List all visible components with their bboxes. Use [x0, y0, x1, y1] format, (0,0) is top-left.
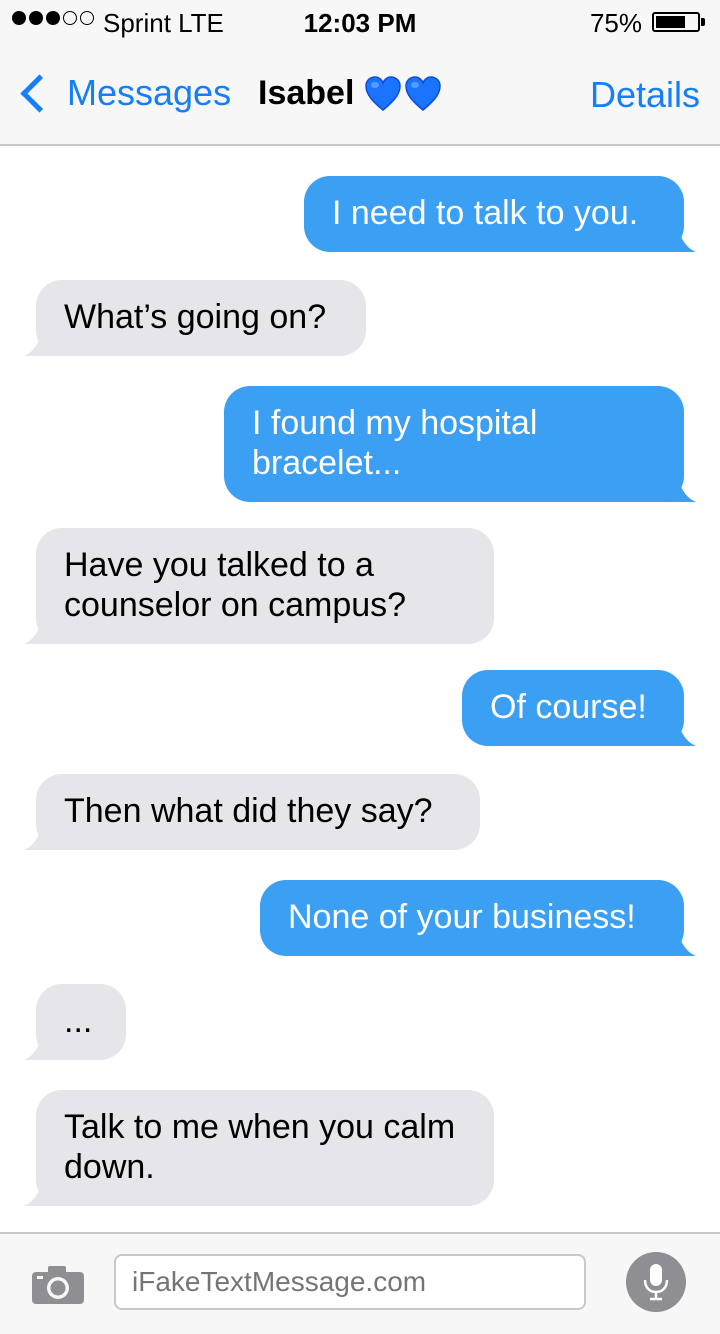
- camera-button[interactable]: [30, 1264, 86, 1311]
- message-bubble[interactable]: ...: [36, 984, 126, 1060]
- contact-name: Isabel: [258, 74, 355, 112]
- message-sent: I found my hospital bracelet...: [224, 386, 696, 502]
- details-button[interactable]: Details: [590, 74, 700, 116]
- navigation-bar: Messages Isabel Details: [0, 46, 720, 146]
- message-received: Then what did they say?: [24, 774, 480, 850]
- microphone-button[interactable]: [626, 1252, 686, 1312]
- message-input[interactable]: [114, 1254, 586, 1310]
- chevron-left-icon: [20, 73, 59, 113]
- microphone-icon: [643, 1264, 669, 1301]
- message-bubble[interactable]: None of your business!: [260, 880, 684, 956]
- message-bubble[interactable]: I found my hospital bracelet...: [224, 386, 684, 502]
- back-button[interactable]: Messages: [16, 72, 231, 114]
- message-bubble[interactable]: Of course!: [462, 670, 684, 746]
- message-bubble[interactable]: I need to talk to you.: [304, 176, 684, 252]
- message-bubble[interactable]: Talk to me when you calm down.: [36, 1090, 494, 1206]
- message-sent: I need to talk to you.: [304, 176, 696, 252]
- battery-icon: [652, 12, 700, 32]
- message-received: Have you talked to a counselor on campus…: [24, 528, 494, 644]
- message-received: ...: [24, 984, 126, 1060]
- message-bubble[interactable]: What’s going on?: [36, 280, 366, 356]
- battery-percent: 75%: [589, 8, 642, 38]
- message-sent: None of your business!: [260, 880, 696, 956]
- status-bar: Sprint LTE 12:03 PM 75%: [0, 0, 720, 46]
- message-bubble[interactable]: Have you talked to a counselor on campus…: [36, 528, 494, 644]
- title-emoji: [364, 75, 442, 112]
- message-sent: Of course!: [462, 670, 696, 746]
- contact-title[interactable]: Isabel: [258, 74, 442, 113]
- message-thread: I need to talk to you. What’s going on? …: [0, 146, 720, 1232]
- message-bubble[interactable]: Then what did they say?: [36, 774, 480, 850]
- battery-tip: [701, 18, 705, 26]
- blue-heart-icon: [365, 75, 402, 111]
- back-label: Messages: [67, 72, 232, 113]
- compose-bar: [0, 1232, 720, 1334]
- message-received: What’s going on?: [24, 280, 366, 356]
- blue-heart-icon: [405, 75, 442, 111]
- message-received: Talk to me when you calm down.: [24, 1090, 494, 1206]
- camera-icon: [32, 1266, 84, 1304]
